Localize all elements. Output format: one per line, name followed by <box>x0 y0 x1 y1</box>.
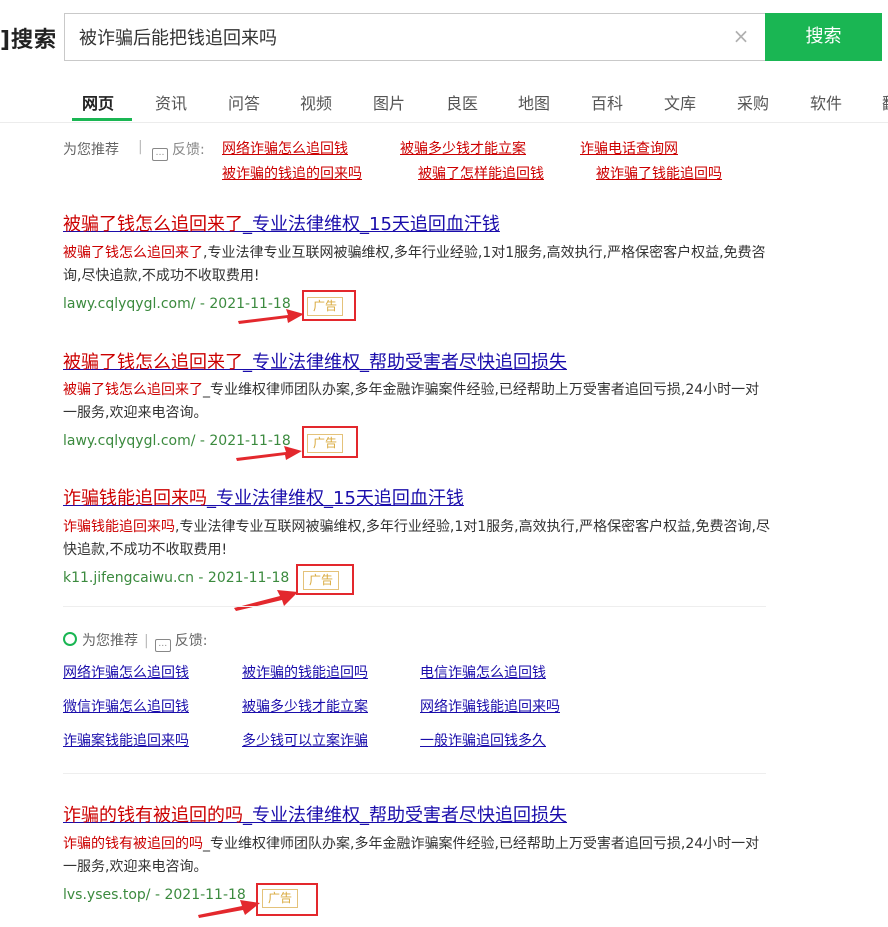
divider-bar: | <box>138 139 143 155</box>
recommend-label: 为您推荐 <box>82 633 138 649</box>
annotation-arrow <box>234 590 298 611</box>
annotation-arrow <box>198 900 260 918</box>
search-input[interactable] <box>79 24 719 50</box>
active-tab-underline <box>72 118 132 121</box>
annotation-box <box>302 426 358 458</box>
tab-doctor[interactable]: 良医 <box>446 90 478 114</box>
related-search-link[interactable]: 多少钱可以立案诈骗 <box>242 730 368 750</box>
title-text: _专业法律维权_15天追回血汗钱 <box>207 488 464 509</box>
nav-tabs: 网页 资讯 问答 视频 图片 良医 地图 百科 文库 采购 软件 翻 <box>0 82 888 122</box>
related-search-link[interactable]: 被骗多少钱才能立案 <box>242 696 368 716</box>
tab-purchase[interactable]: 采购 <box>737 90 769 114</box>
title-text: _专业法律维权_帮助受害者尽快追回损失 <box>243 352 567 373</box>
title-text: _专业法律维权_15天追回血汗钱 <box>243 214 500 235</box>
related-search-link[interactable]: 微信诈骗怎么追回钱 <box>63 696 189 716</box>
tab-video[interactable]: 视频 <box>300 90 332 114</box>
annotation-box <box>302 290 356 321</box>
tab-baike[interactable]: 百科 <box>591 90 623 114</box>
annotation-box <box>296 564 354 595</box>
annotation-box <box>256 883 318 916</box>
search-circle-icon <box>63 632 77 646</box>
recommend-label: 为您推荐 <box>63 142 119 158</box>
result-title[interactable]: 诈骗钱能追回来吗_专业法律维权_15天追回血汗钱 <box>63 484 464 510</box>
result-title[interactable]: 被骗了钱怎么追回来了_专业法律维权_帮助受害者尽快追回损失 <box>63 348 567 374</box>
result-description: 被骗了钱怎么追回来了,专业法律专业互联网被骗维权,多年行业经验,1对1服务,高效… <box>63 242 773 288</box>
related-search-link[interactable]: 被诈骗的钱能追回吗 <box>242 662 368 682</box>
feedback-icon: … <box>154 639 171 652</box>
recommend-link[interactable]: 被诈骗了钱能追回吗 <box>596 163 722 183</box>
divider-bar: | <box>144 633 149 649</box>
feedback-link[interactable]: 反馈: <box>175 633 208 649</box>
result-description: 被骗了钱怎么追回来了_专业维权律师团队办案,多年金融诈骗案件经验,已经帮助上万受… <box>63 379 773 425</box>
recommend-header: 为您推荐 | … 反馈: <box>63 630 207 652</box>
result-title[interactable]: 被骗了钱怎么追回来了_专业法律维权_15天追回血汗钱 <box>63 210 500 236</box>
result-description: 诈骗的钱有被追回的吗_专业维权律师团队办案,多年金融诈骗案件经验,已经帮助上万受… <box>63 833 773 879</box>
desc-keyword: 诈骗的钱有被追回的吗 <box>63 836 203 852</box>
recommend-link[interactable]: 网络诈骗怎么追回钱 <box>222 138 348 158</box>
recommend-link[interactable]: 被诈骗的钱追的回来吗 <box>222 163 362 183</box>
result-title[interactable]: 诈骗的钱有被追回的吗_专业法律维权_帮助受害者尽快追回损失 <box>63 801 567 827</box>
tab-web[interactable]: 网页 <box>82 90 114 114</box>
title-keyword: 诈骗的钱有被追回的吗 <box>63 805 243 826</box>
nav-divider <box>0 122 888 123</box>
search-button[interactable]: 搜索 <box>765 13 882 61</box>
related-search-link[interactable]: 网络诈骗怎么追回钱 <box>63 662 189 682</box>
tab-images[interactable]: 图片 <box>373 90 405 114</box>
feedback-icon: … <box>152 148 168 161</box>
site-logo: ]搜索 <box>0 28 58 53</box>
annotation-arrow <box>238 309 304 324</box>
search-box[interactable]: × <box>64 13 766 61</box>
desc-keyword: 被骗了钱怎么追回来了 <box>63 245 203 261</box>
title-keyword: 被骗了钱怎么追回来了 <box>63 214 243 235</box>
title-keyword: 被骗了钱怎么追回来了 <box>63 352 243 373</box>
clear-icon[interactable]: × <box>730 25 752 47</box>
related-search-link[interactable]: 网络诈骗钱能追回来吗 <box>420 696 560 716</box>
result-description: 诈骗钱能追回来吗,专业法律专业互联网被骗维权,多年行业经验,1对1服务,高效执行… <box>63 516 773 562</box>
tab-translate[interactable]: 翻 <box>882 90 888 114</box>
related-search-link[interactable]: 一般诈骗追回钱多久 <box>420 730 546 750</box>
recommend-link[interactable]: 诈骗电话查询网 <box>580 138 678 158</box>
tab-software[interactable]: 软件 <box>810 90 842 114</box>
related-search-link[interactable]: 电信诈骗怎么追回钱 <box>420 662 546 682</box>
tab-news[interactable]: 资讯 <box>155 90 187 114</box>
section-divider <box>63 773 766 774</box>
recommend-link[interactable]: 被骗了怎样能追回钱 <box>418 163 544 183</box>
feedback-label: 反馈: <box>172 142 205 158</box>
related-search-link[interactable]: 诈骗案钱能追回来吗 <box>63 730 189 750</box>
annotation-arrow <box>236 446 302 461</box>
result-url[interactable]: k11.jifengcaiwu.cn - 2021-11-18 <box>63 570 289 586</box>
recommend-link[interactable]: 被骗多少钱才能立案 <box>400 138 526 158</box>
tab-qa[interactable]: 问答 <box>228 90 260 114</box>
desc-keyword: 诈骗钱能追回来吗 <box>63 519 175 535</box>
title-text: _专业法律维权_帮助受害者尽快追回损失 <box>243 805 567 826</box>
feedback-link[interactable]: … 反馈: <box>152 139 205 161</box>
desc-keyword: 被骗了钱怎么追回来了 <box>63 382 203 398</box>
tab-library[interactable]: 文库 <box>664 90 696 114</box>
tab-map[interactable]: 地图 <box>518 90 550 114</box>
section-divider <box>63 606 766 607</box>
title-keyword: 诈骗钱能追回来吗 <box>63 488 207 509</box>
